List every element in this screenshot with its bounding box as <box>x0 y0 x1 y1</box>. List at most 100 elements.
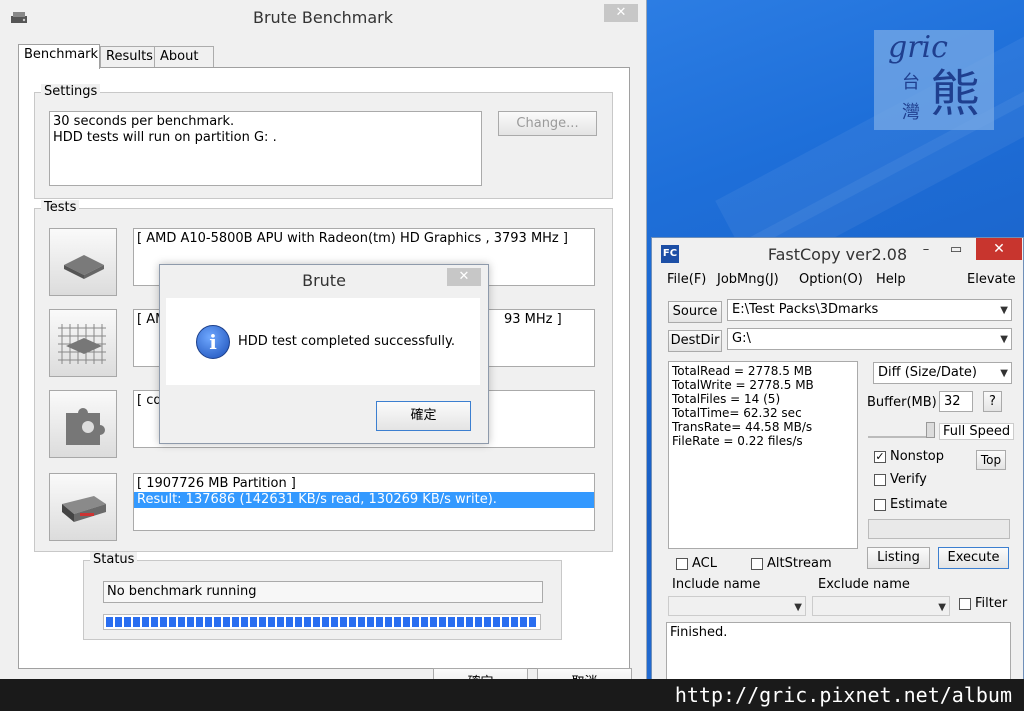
menu-file[interactable]: File(F) <box>667 272 706 287</box>
menu-option[interactable]: Option(O) <box>799 272 863 287</box>
logo-text: 台 <box>902 72 920 93</box>
gric-logo: gric 台 灣 熊 <box>874 30 994 130</box>
copy-mode-select[interactable]: Diff (Size/Date) ▼ <box>873 362 1012 384</box>
source-button[interactable]: Source <box>668 301 722 323</box>
log-output: Finished. <box>666 622 1011 682</box>
watermark-bar: http://gric.pixnet.net/album <box>0 679 1024 711</box>
memory-text-right: 93 MHz ] <box>504 312 562 327</box>
tab-about[interactable]: About <box>154 46 214 67</box>
listing-button[interactable]: Listing <box>867 547 930 569</box>
hdd-partition-line: [ 1907726 MB Partition ] <box>137 476 296 491</box>
chevron-down-icon: ▼ <box>1000 305 1008 316</box>
hard-drive-icon <box>62 496 106 522</box>
dialog-title: Brute <box>302 271 346 290</box>
title-bar: Brute Benchmark ✕ <box>0 0 646 36</box>
stat-line: FileRate = 0.22 files/s <box>672 434 803 448</box>
menu-help[interactable]: Help <box>876 272 906 287</box>
source-path-combo[interactable]: E:\Test Packs\3Dmarks ▼ <box>727 299 1012 321</box>
source-path-value: E:\Test Packs\3Dmarks <box>732 302 879 317</box>
stat-line: TotalFiles = 14 (5) <box>672 392 781 406</box>
verify-label: Verify <box>890 472 927 487</box>
verify-checkbox[interactable] <box>874 474 886 486</box>
benchmark-progress-bar <box>103 614 541 630</box>
tab-results[interactable]: Results <box>100 46 160 67</box>
destdir-path-combo[interactable]: G:\ ▼ <box>727 328 1012 350</box>
stats-panel: TotalRead = 2778.5 MB TotalWrite = 2778.… <box>668 361 858 549</box>
destdir-button[interactable]: DestDir <box>668 330 722 352</box>
dialog-message: HDD test completed successfully. <box>238 334 455 349</box>
fastcopy-window: FC FastCopy ver2.08 – ▭ ✕ File(F) JobMng… <box>651 237 1024 687</box>
filter-label: Filter <box>975 596 1008 611</box>
tests-label: Tests <box>41 200 80 215</box>
settings-label: Settings <box>41 84 101 99</box>
include-name-combo[interactable]: ▼ <box>668 596 806 616</box>
menu-elevate[interactable]: Elevate <box>967 272 1016 287</box>
puzzle-icon <box>66 408 105 445</box>
info-icon: i <box>196 325 230 359</box>
settings-textbox: 30 seconds per benchmark. HDD tests will… <box>49 111 482 186</box>
speed-slider[interactable] <box>868 422 935 438</box>
help-button[interactable]: ? <box>983 391 1002 412</box>
acl-label: ACL <box>692 556 717 571</box>
altstream-label: AltStream <box>767 556 832 571</box>
fastcopy-title-bar: FC FastCopy ver2.08 – ▭ ✕ <box>652 238 1023 268</box>
buffer-input[interactable]: 32 <box>939 391 973 412</box>
nonstop-checkbox[interactable]: ✓ <box>874 451 886 463</box>
cpu-test-button[interactable] <box>49 228 117 296</box>
estimate-label: Estimate <box>890 497 948 512</box>
stat-line: TotalRead = 2778.5 MB <box>672 364 813 378</box>
minimize-button[interactable]: – <box>914 241 938 259</box>
memory-test-button[interactable] <box>49 309 117 377</box>
execute-button[interactable]: Execute <box>938 547 1009 569</box>
copy-progress-bar <box>868 519 1010 539</box>
exclude-name-combo[interactable]: ▼ <box>812 596 950 616</box>
chevron-down-icon: ▼ <box>794 602 802 613</box>
include-name-label: Include name <box>672 577 761 592</box>
stat-line: TotalWrite = 2778.5 MB <box>672 378 814 392</box>
chevron-down-icon: ▼ <box>1000 368 1008 379</box>
stat-line: TotalTime= 62.32 sec <box>672 406 802 420</box>
change-button[interactable]: Change... <box>498 111 597 136</box>
status-label: Status <box>90 552 138 567</box>
menu-jobmng[interactable]: JobMng(J) <box>717 272 779 287</box>
exclude-name-label: Exclude name <box>818 577 910 592</box>
hdd-test-result: [ 1907726 MB Partition ] Result: 137686 … <box>133 473 595 531</box>
memory-grid-icon <box>58 324 106 364</box>
brute-message-dialog: Brute ✕ i HDD test completed successfull… <box>159 264 489 444</box>
estimate-checkbox[interactable] <box>874 499 886 511</box>
speed-label: Full Speed <box>939 423 1015 440</box>
hdd-result-line: Result: 137686 (142631 KB/s read, 130269… <box>134 492 594 508</box>
status-text: No benchmark running <box>103 581 543 603</box>
copy-mode-value: Diff (Size/Date) <box>878 365 977 380</box>
graphics-test-button[interactable] <box>49 390 117 458</box>
acl-checkbox[interactable] <box>676 558 688 570</box>
nonstop-label: Nonstop <box>890 449 944 464</box>
hdd-test-button[interactable] <box>49 473 117 541</box>
tab-benchmark[interactable]: Benchmark <box>18 44 100 69</box>
maximize-button[interactable]: ▭ <box>944 241 968 259</box>
fastcopy-close-button[interactable]: ✕ <box>976 238 1022 260</box>
slider-thumb[interactable] <box>926 422 935 438</box>
watermark-url: http://gric.pixnet.net/album <box>674 683 1012 707</box>
window-title: Brute Benchmark <box>252 8 394 27</box>
close-button[interactable]: ✕ <box>604 4 638 22</box>
altstream-checkbox[interactable] <box>751 558 763 570</box>
buffer-label: Buffer(MB) <box>867 395 937 410</box>
chevron-down-icon: ▼ <box>1000 334 1008 345</box>
settings-line: HDD tests will run on partition G: . <box>53 130 277 145</box>
progress-fill <box>106 617 538 627</box>
settings-group: Settings 30 seconds per benchmark. HDD t… <box>34 84 613 199</box>
dialog-ok-button[interactable]: 確定 <box>376 401 471 431</box>
filter-checkbox[interactable] <box>959 598 971 610</box>
cpu-chip-icon <box>64 255 104 279</box>
settings-line: 30 seconds per benchmark. <box>53 114 235 129</box>
dialog-close-button[interactable]: ✕ <box>447 268 481 286</box>
chevron-down-icon: ▼ <box>938 602 946 613</box>
stat-line: TransRate= 44.58 MB/s <box>672 420 813 434</box>
logo-text: gric <box>888 30 948 65</box>
top-button[interactable]: Top <box>976 450 1006 470</box>
destdir-path-value: G:\ <box>732 331 751 346</box>
logo-text: 灣 <box>902 102 920 123</box>
logo-text: 熊 <box>930 65 980 123</box>
dialog-body: i HDD test completed successfully. <box>166 298 480 385</box>
